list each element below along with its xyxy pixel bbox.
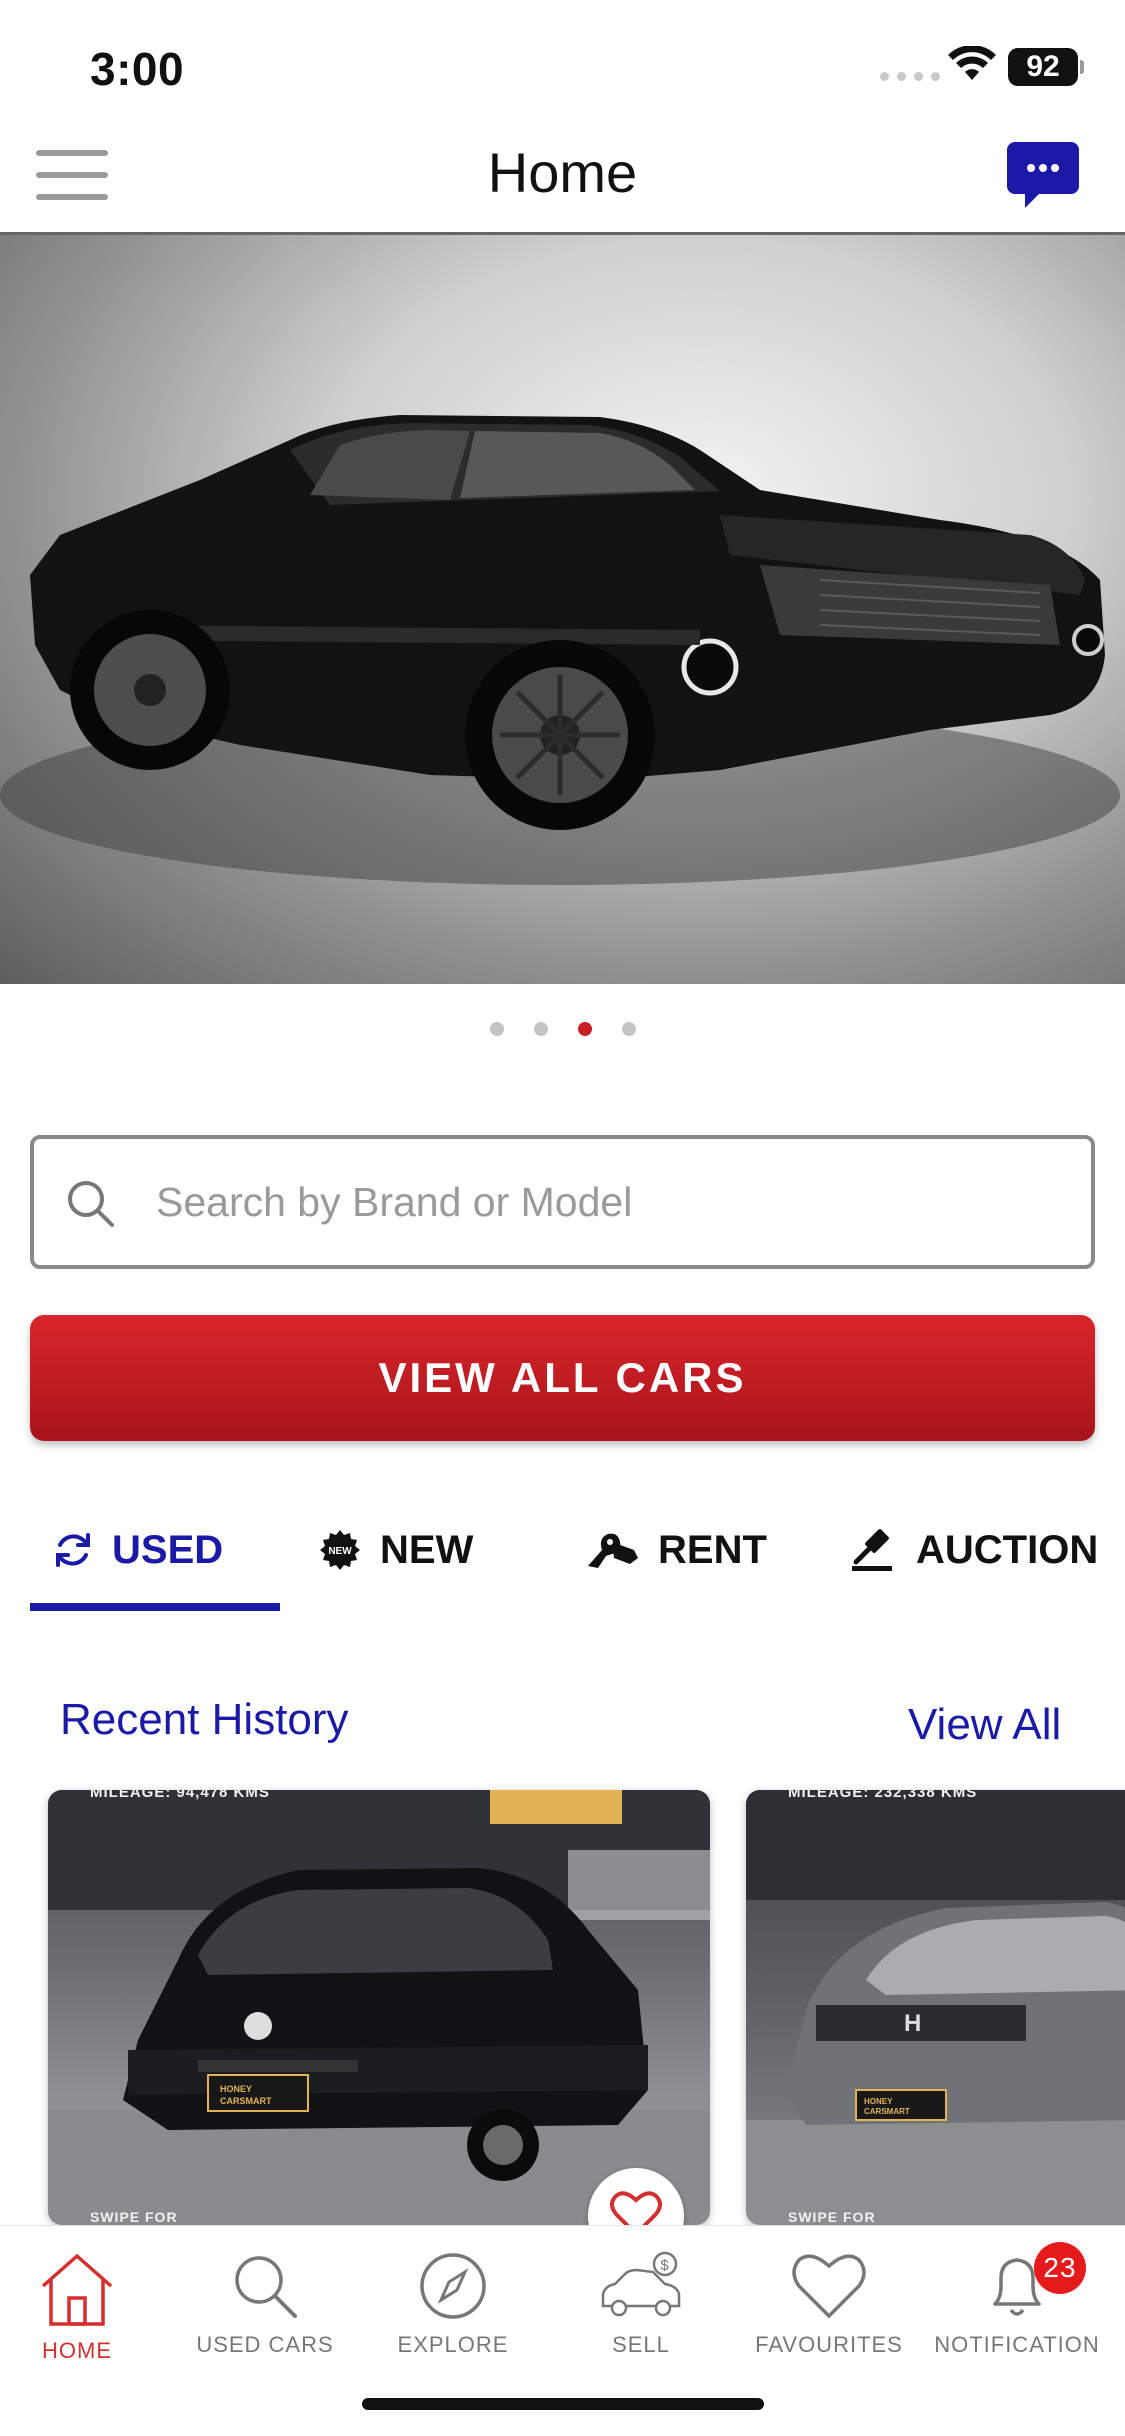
- tab-auction-label: AUCTION: [916, 1527, 1099, 1572]
- tab-auction[interactable]: AUCTION: [850, 1495, 1098, 1605]
- mileage-label: MILEAGE: 232,338 KMS: [788, 1790, 978, 1801]
- tab-rent-label: RENT: [658, 1527, 767, 1572]
- nav-sell[interactable]: $ SELL: [548, 2250, 734, 2358]
- battery-indicator: 92: [1008, 48, 1078, 86]
- cellular-signal-icon: [880, 72, 940, 81]
- hero-car-image: [0, 415, 1120, 885]
- featured-ribbon: [490, 1790, 622, 1824]
- carousel-dot[interactable]: [533, 1022, 548, 1036]
- heart-icon: [792, 2254, 866, 2319]
- nav-favourites[interactable]: FAVOURITES: [736, 2250, 922, 2358]
- svg-text:CARSMART: CARSMART: [220, 2096, 272, 2106]
- carousel-indicator[interactable]: [0, 1022, 1125, 1036]
- home-icon: [41, 2254, 113, 2326]
- page-title: Home: [487, 141, 638, 204]
- tab-rent[interactable]: RENT: [584, 1495, 767, 1605]
- nav-home-label: HOME: [42, 2338, 112, 2363]
- recent-car-card[interactable]: H HONEY CARSMART MILEAGE: 232,338 KMS SW…: [746, 1790, 1125, 2225]
- nav-used-cars-label: USED CARS: [196, 2332, 334, 2357]
- carousel-dot-active[interactable]: [577, 1022, 592, 1036]
- nav-home[interactable]: HOME: [0, 2250, 170, 2364]
- svg-text:$: $: [660, 2257, 669, 2274]
- active-tab-indicator: [30, 1603, 280, 1611]
- category-tabs: USED NEW NEW RENT AUCTION: [0, 1495, 1125, 1615]
- svg-text:CARSMART: CARSMART: [864, 2107, 910, 2116]
- car-key-icon: [588, 1533, 638, 1568]
- svg-text:NEW: NEW: [328, 1546, 352, 1557]
- search-box[interactable]: [30, 1135, 1095, 1269]
- compass-icon: [420, 2253, 486, 2319]
- view-all-link[interactable]: View All: [908, 1700, 1061, 1750]
- car-photo: HONEY CARSMART: [48, 1790, 710, 2225]
- wifi-icon: [948, 46, 996, 80]
- heart-icon: [610, 2191, 662, 2225]
- chat-icon[interactable]: [1005, 138, 1081, 214]
- carousel-dot[interactable]: [621, 1022, 636, 1036]
- status-time: 3:00: [90, 43, 185, 95]
- swipe-label: SWIPE FOR: [788, 2209, 876, 2225]
- gavel-icon: [852, 1529, 892, 1571]
- status-bar: 3:00 92: [0, 0, 1125, 132]
- tab-used-label: USED: [112, 1527, 224, 1572]
- notification-count-badge: 23: [1034, 2242, 1086, 2294]
- nav-explore[interactable]: EXPLORE: [360, 2250, 546, 2358]
- nav-explore-label: EXPLORE: [397, 2332, 509, 2357]
- hero-carousel[interactable]: [0, 232, 1125, 984]
- svg-text:HONEY: HONEY: [864, 2097, 893, 2106]
- svg-text:H: H: [904, 2010, 921, 2037]
- recent-history-title: Recent History: [60, 1695, 349, 1744]
- tab-used[interactable]: USED: [52, 1495, 223, 1605]
- nav-used-cars[interactable]: USED CARS: [172, 2250, 358, 2358]
- nav-notification-label: NOTIFICATION: [934, 2332, 1100, 2357]
- sell-car-icon: $: [601, 2251, 681, 2317]
- search-icon: [235, 2256, 297, 2318]
- battery-tip: [1080, 60, 1084, 74]
- swipe-label: SWIPE FOR: [90, 2209, 178, 2225]
- refresh-icon: [56, 1533, 90, 1567]
- tab-new[interactable]: NEW NEW: [318, 1495, 473, 1605]
- nav-sell-label: SELL: [612, 2332, 670, 2357]
- new-badge-icon: NEW: [320, 1530, 360, 1570]
- tab-new-label: NEW: [380, 1527, 474, 1572]
- search-input[interactable]: [156, 1169, 1056, 1235]
- app-header: Home: [0, 132, 1125, 232]
- carousel-dot[interactable]: [489, 1022, 504, 1036]
- mileage-label: MILEAGE: 94,478 KMS: [90, 1790, 270, 1801]
- view-all-cars-button[interactable]: VIEW ALL CARS: [30, 1315, 1095, 1441]
- nav-favourites-label: FAVOURITES: [755, 2332, 903, 2357]
- recent-car-card[interactable]: HONEY CARSMART MILEAGE: 94,478 KMS SWIPE…: [48, 1790, 710, 2225]
- home-indicator: [362, 2398, 764, 2410]
- search-icon: [68, 1181, 114, 1227]
- nav-notification[interactable]: 23 NOTIFICATION: [924, 2242, 1110, 2358]
- svg-text:HONEY: HONEY: [220, 2084, 252, 2094]
- car-photo: H HONEY CARSMART: [746, 1790, 1125, 2225]
